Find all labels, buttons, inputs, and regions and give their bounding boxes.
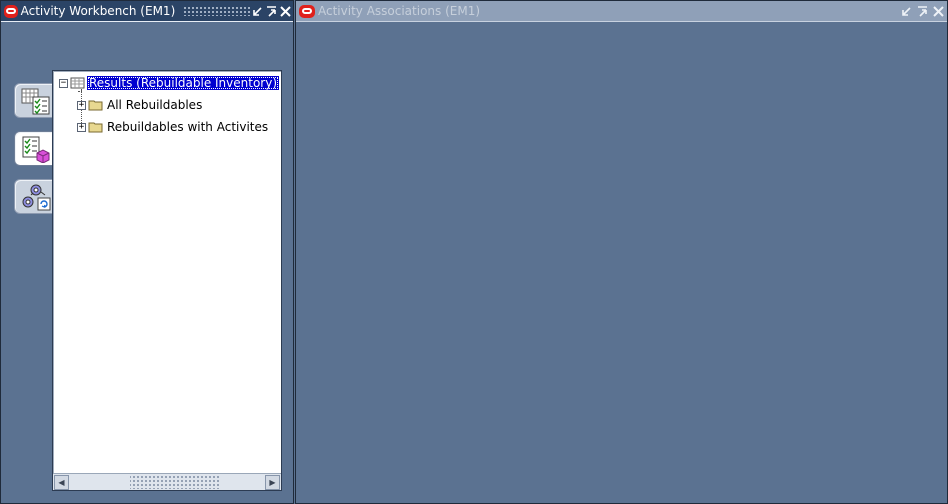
maximize-icon[interactable] (915, 4, 929, 18)
results-tree-panel[interactable]: − Results (Rebuildable Inventory) + All … (52, 70, 282, 491)
maximize-icon[interactable] (265, 4, 277, 18)
minimize-icon[interactable] (251, 4, 263, 18)
close-icon[interactable] (931, 4, 945, 18)
scrollbar-thumb[interactable] (130, 475, 220, 489)
checklist-box-icon (22, 136, 50, 163)
minimize-icon[interactable] (899, 4, 913, 18)
left-window-title: Activity Workbench (EM1) (20, 4, 176, 18)
right-window-titlebar[interactable]: Activity Associations (EM1) (296, 1, 947, 22)
left-window-titlebar[interactable]: Activity Workbench (EM1) (1, 1, 293, 22)
activity-workbench-window: Activity Workbench (EM1) − Results (Rebu… (0, 0, 294, 504)
folder-icon (88, 122, 103, 133)
scroll-left-icon[interactable]: ◀ (54, 474, 69, 490)
drag-grip[interactable] (183, 6, 252, 16)
activity-associations-window: Activity Associations (EM1) (295, 0, 948, 504)
grid-node-icon (70, 77, 85, 89)
grid-checklist-icon (21, 88, 50, 114)
horizontal-scrollbar[interactable]: ◀ ▶ (53, 473, 281, 490)
oracle-logo-icon (299, 4, 315, 18)
folder-icon (88, 100, 103, 111)
expand-icon[interactable]: + (77, 100, 86, 110)
tree-root-label[interactable]: Results (Rebuildable Inventory) (87, 76, 280, 90)
right-window-title: Activity Associations (EM1) (318, 4, 481, 18)
collapse-icon[interactable]: − (59, 78, 68, 88)
scrollbar-track[interactable] (70, 475, 264, 489)
close-icon[interactable] (279, 4, 291, 18)
tree-item-all-rebuildables[interactable]: + All Rebuildables (77, 96, 204, 114)
scroll-right-icon[interactable]: ▶ (265, 474, 280, 490)
expand-icon[interactable]: + (77, 122, 86, 132)
tree-item-label[interactable]: Rebuildables with Activites (105, 120, 270, 134)
tree-item-rebuildables-with-activites[interactable]: + Rebuildables with Activites (77, 118, 270, 136)
tree-root-node[interactable]: − Results (Rebuildable Inventory) (59, 74, 280, 92)
gears-refresh-icon (22, 184, 51, 210)
oracle-logo-icon (4, 4, 18, 18)
tree-item-label[interactable]: All Rebuildables (105, 98, 204, 112)
